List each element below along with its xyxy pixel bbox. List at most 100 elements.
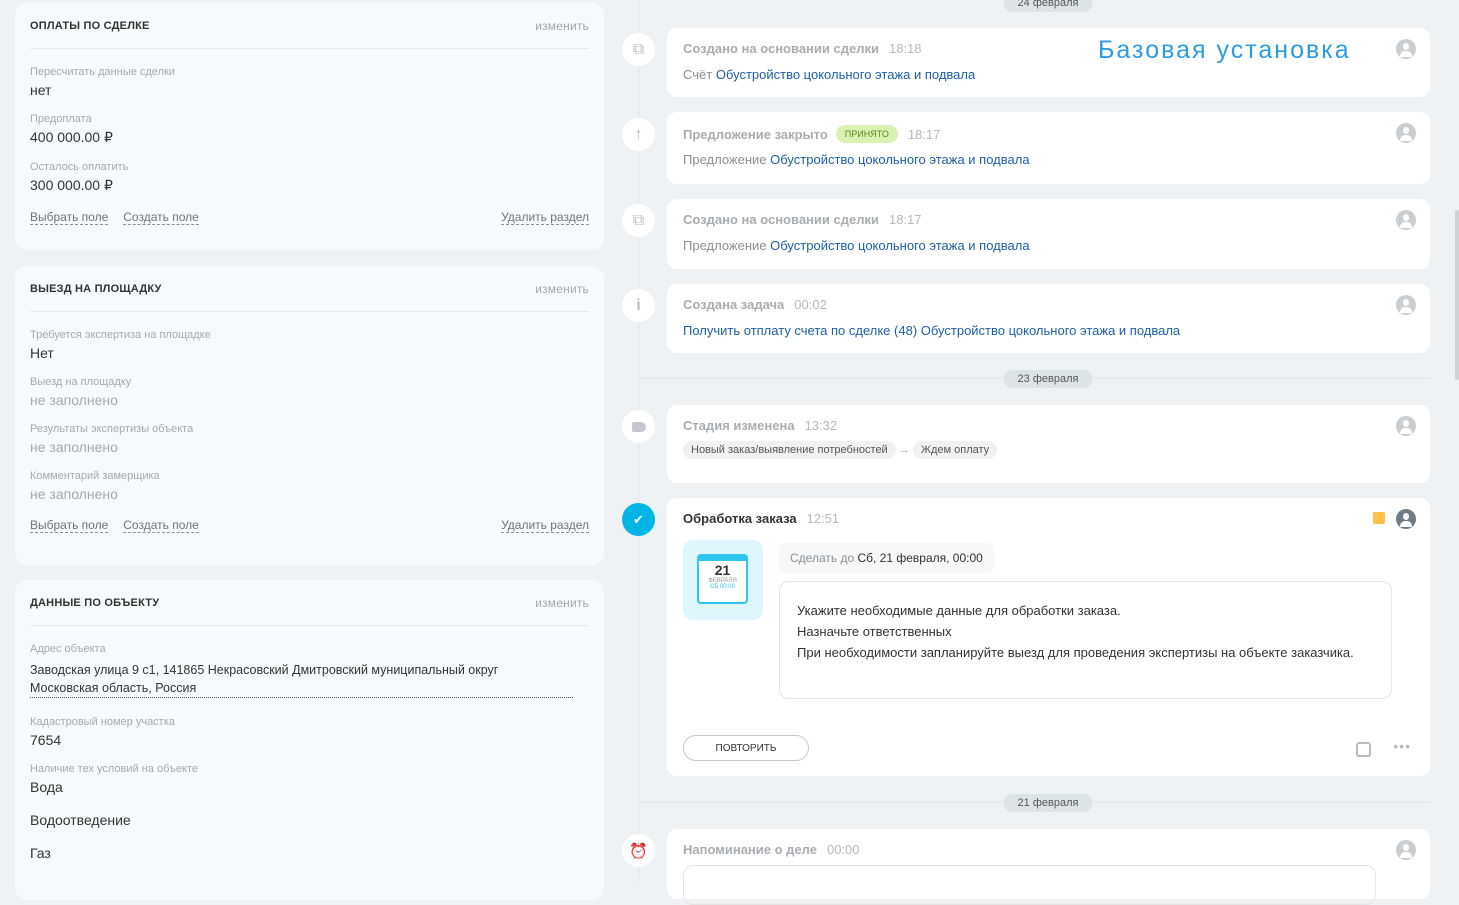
event-link[interactable]: Получить отплату счета по сделке (48) Об… [683, 323, 1180, 338]
date-separator: 23 февраля [1003, 370, 1093, 388]
more-icon[interactable]: ••• [1393, 738, 1411, 754]
user-avatar-icon[interactable] [1396, 416, 1416, 436]
edit-link[interactable]: изменить [535, 19, 589, 33]
event-title: Создана задача [683, 297, 785, 312]
event-card: Создано на основании сделки 18:18 Счёт Об… [667, 28, 1430, 97]
user-avatar-icon[interactable] [1396, 39, 1416, 59]
calendar-time: СБ 00:00 [710, 584, 735, 590]
task-card: Обработка заказа 12:51 21 ФЕВРАЛЯ СБ 00:0… [667, 498, 1430, 776]
event-link[interactable]: Обустройство цокольного этажа и подвала [716, 67, 975, 82]
scrollbar[interactable] [1455, 210, 1459, 380]
user-avatar-icon[interactable] [1396, 840, 1416, 860]
section-object-data: ДАННЫЕ ПО ОБЪЕКТУ изменить Адрес объекта … [15, 580, 604, 900]
field-value[interactable]: не заполнено [30, 486, 589, 502]
field-label: Наличие тех условий на объекте [30, 763, 199, 775]
reminder-body [683, 865, 1376, 905]
delete-section-link[interactable]: Удалить раздел [501, 518, 589, 533]
event-card: Стадия изменена 13:32 Новый заказ/выявлен… [667, 405, 1430, 483]
event-title: Предложение закрыто [683, 126, 828, 142]
field-value[interactable]: 300 000.00 ₽ [30, 177, 589, 194]
field-value[interactable]: Нет [30, 345, 589, 361]
date-separator: 21 февраля [1003, 794, 1093, 812]
address-value[interactable]: Заводская улица 9 с1, 141865 Некрасовски… [30, 659, 573, 698]
field-label: Выезд на площадку [30, 376, 132, 388]
section-title: ВЫЕЗД НА ПЛОЩАДКУ [30, 282, 162, 295]
task-line: Укажите необходимые данные для обработки… [797, 603, 1121, 618]
create-field-link[interactable]: Создать поле [123, 518, 199, 533]
stage-from: Новый заказ/выявление потребностей [683, 441, 896, 459]
event-card: Напоминание о деле 00:00 [667, 829, 1430, 905]
deadline-value: Сб, 21 февраля, 00:00 [857, 551, 983, 565]
arrow-up-icon: ↑ [622, 118, 655, 151]
field-label: Предоплата [30, 113, 92, 125]
field-label: Пересчитать данные сделки [30, 66, 175, 78]
deadline-label: Сделать до [790, 551, 855, 565]
copy-plus-icon: ⧉ [622, 204, 655, 237]
copy-plus-icon: ⧉ [622, 33, 655, 66]
event-title: Обработка заказа [683, 511, 797, 526]
select-field-link[interactable]: Выбрать поле [30, 210, 109, 225]
user-avatar-icon[interactable] [1396, 509, 1416, 529]
alarm-clock-icon: ⏰ [622, 834, 655, 867]
stage-to: Ждем оплату [912, 441, 998, 459]
event-card: Создана задача 00:02 Получить отплату сче… [667, 284, 1430, 353]
event-link[interactable]: Обустройство цокольного этажа и подвала [770, 152, 1029, 167]
field-label: Адрес объекта [30, 643, 106, 655]
field-label: Комментарий замерщика [30, 470, 160, 482]
note-icon[interactable] [1356, 742, 1371, 757]
delete-section-link[interactable]: Удалить раздел [501, 210, 589, 225]
field-value[interactable]: не заполнено [30, 392, 589, 408]
event-time: 18:17 [888, 212, 922, 227]
event-time: 13:32 [804, 418, 838, 433]
field-value[interactable]: не заполнено [30, 439, 589, 455]
event-title: Создано на основании сделки [683, 41, 879, 56]
section-title: ОПЛАТЫ ПО СДЕЛКЕ [30, 19, 150, 32]
arrow-right-icon: → [898, 444, 910, 456]
date-separator: 24 февраля [1003, 0, 1093, 12]
event-prefix: Предложение [683, 152, 767, 167]
event-time: 00:00 [826, 842, 860, 857]
field-value[interactable]: Газ [30, 845, 589, 861]
user-avatar-icon[interactable] [1396, 123, 1416, 143]
flag-icon[interactable] [1373, 512, 1385, 524]
field-value[interactable]: 400 000.00 ₽ [30, 129, 589, 146]
field-label: Требуется экспертиза на площадке [30, 329, 211, 341]
event-title: Создано на основании сделки [683, 212, 879, 227]
event-time: 12:51 [806, 511, 840, 526]
event-card: Предложение закрыто ПРИНЯТО 18:17 Предложе… [667, 112, 1430, 184]
stage-tag-icon [622, 410, 655, 443]
section-payments: ОПЛАТЫ ПО СДЕЛКЕ изменить Пересчитать дан… [15, 3, 604, 250]
user-avatar-icon[interactable] [1396, 210, 1416, 230]
overlay-title: Базовая установка [1098, 36, 1351, 64]
info-icon: i [622, 289, 655, 322]
field-value[interactable]: нет [30, 82, 589, 98]
section-site-visit: ВЫЕЗД НА ПЛОЩАДКУ изменить Требуется эксп… [15, 266, 604, 565]
event-time: 18:18 [888, 41, 922, 56]
edit-link[interactable]: изменить [535, 596, 589, 610]
task-line: Назначьте ответственных [797, 624, 952, 639]
deadline[interactable]: Сделать до Сб, 21 февраля, 00:00 [779, 543, 994, 573]
field-value[interactable]: 7654 [30, 732, 589, 748]
field-label: Результаты экспертизы объекта [30, 423, 194, 435]
field-label: Кадастровый номер участка [30, 716, 175, 728]
check-circle-icon[interactable]: ✔ [622, 503, 655, 536]
event-link[interactable]: Обустройство цокольного этажа и подвала [770, 238, 1029, 253]
event-title: Стадия изменена [683, 418, 795, 433]
calendar-day: 21 [714, 562, 731, 578]
event-prefix: Предложение [683, 238, 767, 253]
field-value[interactable]: Вода [30, 779, 589, 795]
section-title: ДАННЫЕ ПО ОБЪЕКТУ [30, 596, 160, 609]
user-avatar-icon[interactable] [1396, 295, 1416, 315]
event-card: Создано на основании сделки 18:17 Предлож… [667, 199, 1430, 269]
select-field-link[interactable]: Выбрать поле [30, 518, 109, 533]
field-value[interactable]: Водоотведение [30, 812, 589, 828]
task-line: При необходимости запланируйте выезд для… [797, 645, 1354, 660]
edit-link[interactable]: изменить [535, 282, 589, 296]
event-title: Напоминание о деле [683, 842, 817, 857]
create-field-link[interactable]: Создать поле [123, 210, 199, 225]
event-prefix: Счёт [683, 67, 713, 82]
repeat-button[interactable]: ПОВТОРИТЬ [683, 735, 809, 761]
task-description: Укажите необходимые данные для обработки… [779, 581, 1392, 699]
calendar-icon: 21 ФЕВРАЛЯ СБ 00:00 [683, 540, 763, 620]
event-time: 18:17 [907, 126, 941, 142]
